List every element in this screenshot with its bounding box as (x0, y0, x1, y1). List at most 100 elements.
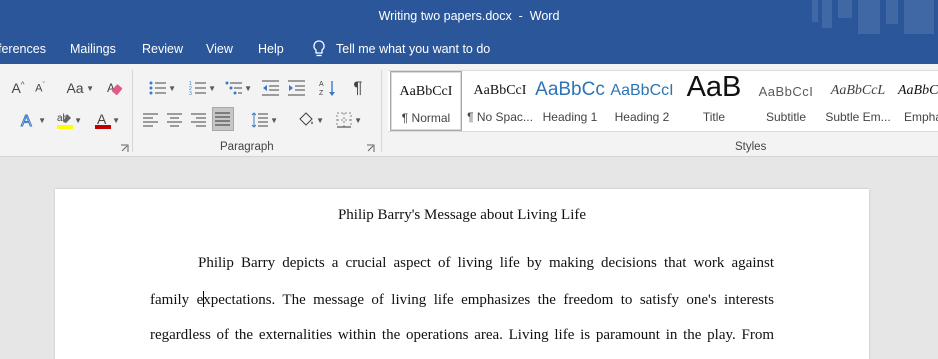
svg-text:A: A (21, 113, 32, 130)
paragraph-line[interactable]: Philip Barry depicts a crucial aspect of… (150, 255, 774, 272)
chevron-down-icon: ▼ (208, 84, 216, 93)
paragraph-line-text: Philip Barry depicts a crucial aspect of… (198, 255, 774, 271)
text-effects-icon: A (21, 113, 33, 131)
font-dialog-launcher-icon[interactable] (120, 144, 129, 153)
tab-mailings[interactable]: Mailings (70, 42, 116, 56)
document-canvas[interactable]: Philip Barry's Message about Living Life… (0, 157, 938, 359)
chevron-down-icon: ▼ (74, 116, 82, 125)
chevron-down-icon: ▼ (244, 84, 252, 93)
clear-formatting-button[interactable]: A (102, 76, 126, 100)
style-heading-2[interactable]: AaBbCcI Heading 2 (606, 71, 678, 131)
paragraph-dialog-launcher-icon[interactable] (366, 144, 375, 153)
group-separator (132, 70, 133, 152)
paragraph-group-label: Paragraph (220, 141, 274, 153)
svg-text:A: A (97, 111, 107, 127)
style-name: Empha (904, 110, 938, 124)
tab-review[interactable]: Review (142, 42, 183, 56)
justify-icon (215, 112, 230, 126)
lightbulb-icon (313, 40, 325, 57)
borders-button[interactable]: ▼ (326, 108, 362, 132)
change-case-button[interactable]: Aa ▼ (58, 78, 94, 98)
style-subtitle[interactable]: AaBbCcI Subtitle (750, 71, 822, 131)
align-right-button[interactable] (188, 108, 210, 132)
style-name: ¶ Normal (401, 111, 451, 125)
line-spacing-icon (251, 112, 268, 128)
shrink-font-icon: Aˇ (35, 81, 45, 95)
paint-bucket-icon (299, 112, 313, 126)
style-name: Title (702, 110, 726, 124)
paragraph-line-text: regardless of the externalities within t… (150, 327, 774, 343)
shading-button[interactable]: ▼ (288, 108, 324, 132)
text-effects-button[interactable]: A ▼ (10, 108, 47, 132)
paragraph-line-text: xpectations. The message of living life … (203, 292, 774, 308)
increase-indent-icon (288, 80, 305, 96)
sort-button[interactable]: AZ (316, 76, 340, 100)
tab-references[interactable]: ferences (0, 42, 46, 56)
align-left-button[interactable] (140, 108, 162, 132)
svg-text:3: 3 (189, 91, 192, 96)
grow-font-button[interactable]: A^ (8, 78, 28, 98)
chevron-down-icon: ▼ (86, 84, 94, 93)
style-heading-1[interactable]: AaBbCc Heading 1 (534, 71, 606, 131)
tab-view[interactable]: View (206, 42, 233, 56)
style-normal[interactable]: AaBbCcI ¶ Normal (390, 71, 462, 131)
text-highlight-button[interactable]: ab ▼ (48, 108, 82, 132)
group-separator (381, 70, 382, 152)
style-no-spacing[interactable]: AaBbCcI ¶ No Spac... (464, 71, 536, 131)
style-name: Subtle Em... (825, 110, 891, 124)
align-center-button[interactable] (164, 108, 186, 132)
svg-text:A: A (107, 81, 115, 95)
numbering-button[interactable]: 123 ▼ (180, 76, 216, 100)
chevron-down-icon: ▼ (316, 116, 324, 125)
style-preview: AaBbCcI (898, 83, 938, 98)
styles-gallery: AaBbCcI ¶ Normal AaBbCcI ¶ No Spac... Aa… (388, 70, 938, 132)
style-preview: AaBbCcL (830, 83, 886, 98)
grow-font-icon: A^ (11, 80, 25, 96)
ribbon-tabs: ferences Mailings Review View Help Tell … (0, 34, 938, 64)
chevron-down-icon: ▼ (168, 84, 176, 93)
align-right-icon (191, 113, 206, 127)
svg-text:Z: Z (319, 90, 324, 97)
decrease-indent-icon (262, 80, 279, 96)
window-title: Writing two papers.docx - Word (378, 9, 560, 23)
paragraph-line[interactable]: regardless of the externalities within t… (150, 327, 774, 344)
style-title[interactable]: AaB Title (678, 71, 750, 131)
borders-icon (336, 112, 352, 128)
shrink-font-button[interactable]: Aˇ (30, 78, 50, 98)
style-preview: AaBbCc (535, 79, 605, 100)
paragraph-line[interactable]: family expectations. The message of livi… (150, 291, 774, 309)
increase-indent-button[interactable] (286, 76, 308, 100)
style-preview: AaB (686, 71, 742, 103)
tell-me-search[interactable]: Tell me what you want to do (312, 40, 490, 58)
bullets-button[interactable]: ▼ (140, 76, 176, 100)
sort-icon: AZ (319, 81, 335, 97)
paragraph-line-text: family e (150, 292, 204, 308)
svg-text:A: A (319, 81, 324, 88)
decrease-indent-button[interactable] (260, 76, 282, 100)
bullet-list-icon (149, 81, 166, 95)
style-preview: AaBbCcI (399, 84, 453, 99)
justify-button[interactable] (212, 107, 234, 131)
eraser-icon: A (107, 81, 123, 95)
document-page[interactable]: Philip Barry's Message about Living Life… (55, 189, 869, 359)
font-color-button[interactable]: A ▼ (86, 108, 120, 132)
style-subtle-emphasis[interactable]: AaBbCcL Subtle Em... (822, 71, 894, 131)
change-case-icon: Aa (66, 80, 84, 96)
style-emphasis[interactable]: AaBbCcI Empha (894, 71, 938, 131)
style-name: Subtitle (765, 110, 807, 124)
tell-me-label: Tell me what you want to do (336, 42, 491, 56)
font-color-icon: A (95, 111, 111, 129)
pilcrow-icon: ¶ (353, 78, 363, 97)
multilevel-list-button[interactable]: ▼ (216, 76, 252, 100)
styles-group-label: Styles (735, 141, 767, 153)
style-name: Heading 1 (542, 110, 598, 124)
highlighter-icon: ab (57, 113, 73, 129)
tab-help[interactable]: Help (258, 42, 284, 56)
multilevel-list-icon (225, 81, 242, 95)
show-hide-marks-button[interactable]: ¶ (346, 76, 370, 100)
document-title[interactable]: Philip Barry's Message about Living Life (55, 207, 869, 224)
ribbon: A^ Aˇ Aa ▼ A A ▼ ab ▼ A ▼ ▼ 1 2 3 ▼ ▼ A … (0, 64, 938, 157)
style-name: ¶ No Spac... (467, 110, 533, 124)
line-spacing-button[interactable]: ▼ (242, 108, 278, 132)
style-preview: AaBbCcI (610, 82, 674, 99)
